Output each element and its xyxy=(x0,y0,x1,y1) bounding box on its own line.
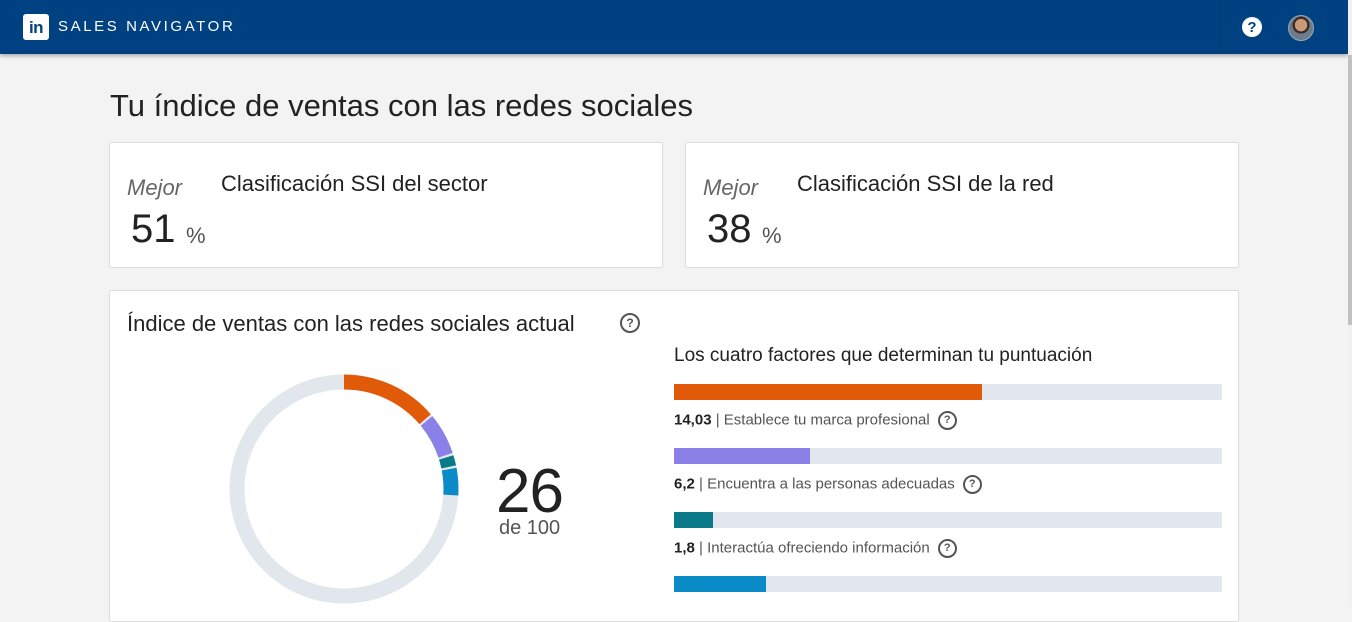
sector-rank-value: 51 xyxy=(131,207,176,251)
factor-people: 6,2 | Encuentra a las personas adecuadas… xyxy=(674,448,1222,494)
factors-title: Los cuatro factores que determinan tu pu… xyxy=(674,345,1093,366)
brand-name[interactable]: SALES NAVIGATOR xyxy=(58,18,235,35)
sector-ranking-card: Mejor 51 % Clasificación SSI del sector xyxy=(109,142,663,268)
factor-bar-track xyxy=(674,576,1222,592)
factor-label: Interactúa ofreciendo información xyxy=(707,539,930,557)
network-rank-label: Clasificación SSI de la red xyxy=(797,171,1054,196)
ssi-score-max: de 100 xyxy=(499,517,561,539)
factor-label: Establece tu marca profesional xyxy=(723,411,930,429)
network-ranking-card: Mejor 38 % Clasificación SSI de la red xyxy=(685,142,1239,268)
percent-unit: % xyxy=(186,223,206,248)
donut-segment-2 xyxy=(439,455,457,469)
help-icon[interactable]: ? xyxy=(937,411,957,430)
top-navigation-bar: in SALES NAVIGATOR ? xyxy=(0,0,1348,54)
help-icon[interactable]: ? xyxy=(620,313,640,333)
best-label: Mejor xyxy=(127,175,183,200)
help-icon[interactable]: ? xyxy=(1242,17,1262,37)
factor-bar-track xyxy=(674,448,1222,464)
donut-segment-3 xyxy=(441,467,459,496)
factor-label-row: 6,2 | Encuentra a las personas adecuadas… xyxy=(674,475,1222,494)
factor-value: 6,2 xyxy=(674,475,695,493)
factor-label-row: 14,03 | Establece tu marca profesional? xyxy=(674,411,1222,430)
factor-value: 14,03 xyxy=(674,411,712,429)
ssi-donut-chart xyxy=(229,374,459,604)
best-label: Mejor xyxy=(703,175,759,200)
factor-bar-fill xyxy=(674,512,714,528)
help-icon[interactable]: ? xyxy=(937,539,957,558)
factor-value: 1,8 xyxy=(674,539,695,557)
donut-segment-1 xyxy=(420,416,453,458)
factor-bar-track xyxy=(674,512,1222,528)
scrollbar-thumb[interactable] xyxy=(1348,55,1352,325)
factor-brand: 14,03 | Establece tu marca profesional? xyxy=(674,384,1222,430)
topbar-divider xyxy=(1219,0,1220,54)
factor-insights: 1,8 | Interactúa ofreciendo información? xyxy=(674,512,1222,558)
factor-relationships xyxy=(674,576,1222,592)
scrollbar[interactable] xyxy=(1348,0,1352,607)
help-icon[interactable]: ? xyxy=(962,475,982,494)
ssi-card-title: Índice de ventas con las redes sociales … xyxy=(127,311,575,336)
sector-rank-label: Clasificación SSI del sector xyxy=(221,171,488,196)
linkedin-logo-icon[interactable]: in xyxy=(23,14,49,40)
factor-bar-fill xyxy=(674,576,767,592)
page-title: Tu índice de ventas con las redes social… xyxy=(110,88,694,123)
current-ssi-card: Índice de ventas con las redes sociales … xyxy=(109,290,1239,622)
factor-label-row: 1,8 | Interactúa ofreciendo información? xyxy=(674,539,1222,558)
donut-segment-0 xyxy=(343,374,431,425)
factor-bar-fill xyxy=(674,384,982,400)
factor-bar-fill xyxy=(674,448,810,464)
factor-label: Encuentra a las personas adecuadas xyxy=(707,475,955,493)
percent-unit: % xyxy=(762,223,782,248)
user-avatar[interactable] xyxy=(1288,15,1314,41)
network-rank-value: 38 xyxy=(707,207,752,251)
factor-bar-track xyxy=(674,384,1222,400)
